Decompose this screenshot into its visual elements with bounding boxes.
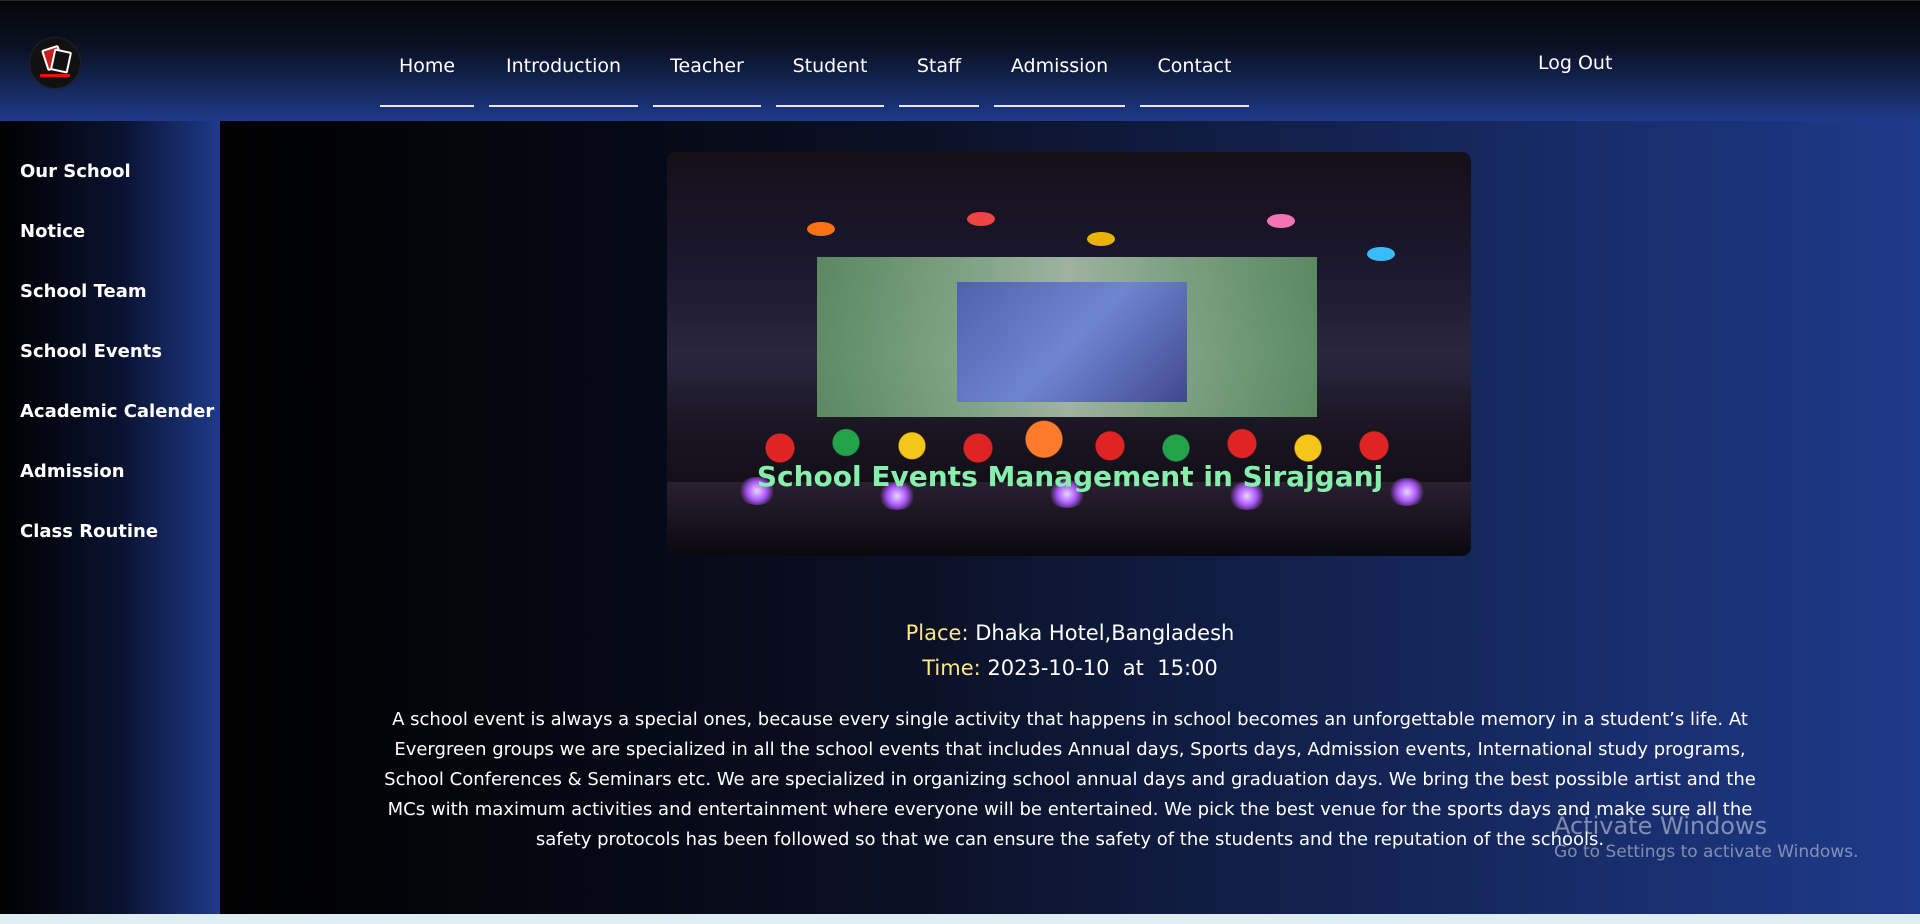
watermark-subtitle: Go to Settings to activate Windows. [1554, 842, 1859, 862]
main-nav: Home Introduction Teacher Student Staff … [380, 41, 1264, 107]
logout-button[interactable]: Log Out [1538, 52, 1612, 74]
sidebar-item-school-events[interactable]: School Events [20, 341, 162, 362]
windows-activation-watermark: Activate Windows Go to Settings to activ… [1554, 812, 1859, 862]
school-logo[interactable] [30, 38, 80, 88]
time-value: 2023-10-10 at 15:00 [987, 656, 1218, 680]
fish-prop-icon [967, 212, 995, 226]
place-value: Dhaka Hotel,Bangladesh [975, 621, 1235, 645]
nav-home[interactable]: Home [380, 41, 474, 107]
event-time: Time: 2023-10-10 at 15:00 [220, 656, 1920, 680]
fish-prop-icon [1367, 247, 1395, 261]
sidebar: Our School Notice School Team School Eve… [0, 121, 220, 914]
nav-teacher[interactable]: Teacher [653, 41, 761, 107]
sidebar-item-school-team[interactable]: School Team [20, 281, 147, 302]
page-bottom-strip [0, 914, 1920, 924]
sidebar-item-notice[interactable]: Notice [20, 221, 85, 242]
logo-card-icon [49, 48, 73, 74]
fish-prop-icon [807, 222, 835, 236]
sidebar-item-academic-calender[interactable]: Academic Calender [20, 401, 214, 422]
time-label: Time: [922, 656, 981, 680]
event-photo [667, 152, 1471, 556]
top-header: Home Introduction Teacher Student Staff … [0, 0, 1920, 122]
logo-text-mark [40, 74, 70, 77]
event-title: School Events Management in Sirajganj [756, 460, 1384, 493]
nav-admission[interactable]: Admission [994, 41, 1125, 107]
sidebar-item-admission[interactable]: Admission [20, 461, 125, 482]
watermark-title: Activate Windows [1554, 812, 1768, 840]
sidebar-item-our-school[interactable]: Our School [20, 161, 131, 182]
fish-prop-icon [1267, 214, 1295, 228]
nav-contact[interactable]: Contact [1140, 41, 1249, 107]
event-place: Place: Dhaka Hotel,Bangladesh [220, 621, 1920, 645]
nav-introduction[interactable]: Introduction [489, 41, 638, 107]
place-label: Place: [905, 621, 969, 645]
nav-staff[interactable]: Staff [899, 41, 979, 107]
nav-student[interactable]: Student [776, 41, 884, 107]
event-description: A school event is always a special ones,… [384, 709, 1756, 850]
fish-prop-icon [1087, 232, 1115, 246]
sidebar-item-class-routine[interactable]: Class Routine [20, 521, 158, 542]
